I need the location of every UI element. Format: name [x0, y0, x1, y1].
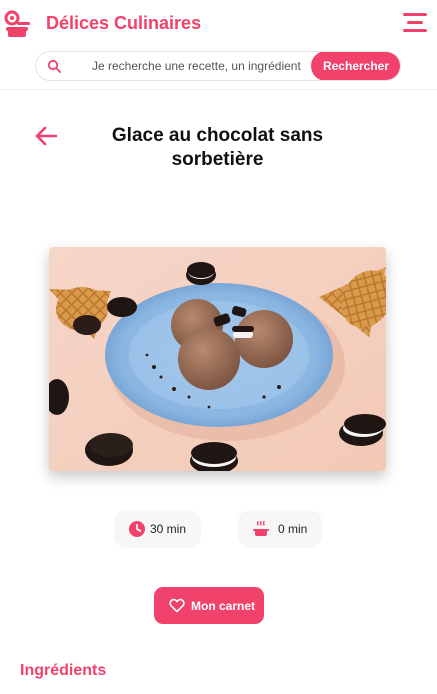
chef-cooking-icon[interactable] [4, 10, 32, 38]
cook-time-badge: 0 min [238, 510, 322, 548]
recipe-image [49, 247, 386, 471]
ingredients-heading: Ingrédients [20, 662, 107, 679]
search-button[interactable]: Rechercher [311, 52, 400, 80]
cooking-pot-icon [252, 520, 270, 538]
brand-name[interactable]: Délices Culinaires [46, 13, 201, 34]
heart-icon [169, 598, 185, 613]
add-to-notebook-label: Mon carnet [191, 599, 256, 613]
clock-icon [128, 520, 146, 538]
cook-time-value: 0 min [278, 522, 308, 536]
add-to-notebook-button[interactable]: Mon carnet [154, 587, 264, 624]
prep-time-value: 30 min [150, 522, 187, 536]
arrow-left-icon[interactable] [34, 126, 58, 146]
prep-time-badge: 30 min [114, 510, 201, 548]
search-bar: Rechercher [35, 51, 401, 81]
search-icon [47, 59, 61, 73]
search-input[interactable] [86, 52, 310, 80]
hamburger-menu-icon[interactable] [403, 13, 427, 33]
site-header: Délices Culinaires Rechercher [0, 0, 437, 90]
recipe-title: Glace au chocolat sans sorbetière [111, 125, 324, 170]
